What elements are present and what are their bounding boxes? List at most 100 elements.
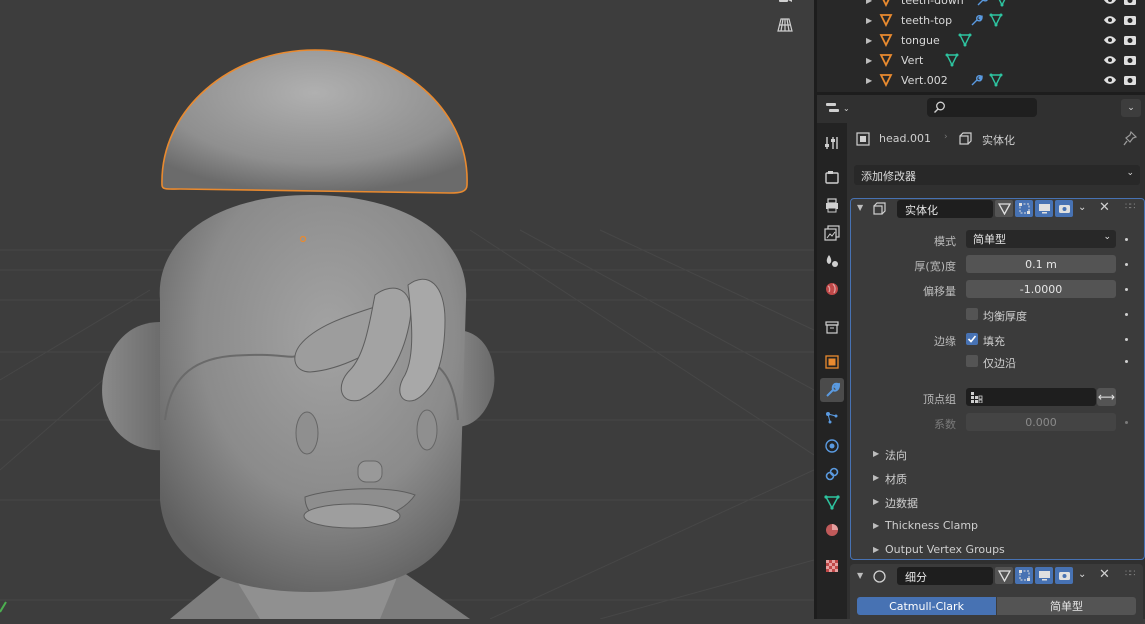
subpanel-edge-data[interactable]: 边数据 (885, 495, 918, 511)
tab-texture[interactable] (820, 554, 844, 578)
drag-handle-icon[interactable]: ∷∷ (1125, 202, 1136, 212)
tab-object[interactable] (820, 350, 844, 374)
keyframe-dot[interactable] (1125, 338, 1128, 341)
cage-toggle[interactable] (1015, 200, 1033, 217)
collapse-arrow-icon[interactable]: ▼ (857, 203, 863, 212)
expand-arrow-icon[interactable]: ▶ (873, 449, 879, 458)
thickness-field[interactable]: 0.1 m (966, 255, 1116, 273)
expand-arrow-icon[interactable]: ▶ (873, 497, 879, 506)
visibility-eye-icon[interactable] (1103, 33, 1117, 47)
expand-arrow-icon[interactable]: ▶ (866, 76, 872, 85)
tab-mesh-data[interactable] (820, 490, 844, 514)
keyframe-dot[interactable] (1125, 313, 1128, 316)
viewport-display-toggle[interactable] (1035, 567, 1053, 584)
expand-arrow-icon[interactable]: ▶ (873, 545, 879, 554)
cage-toggle[interactable] (1015, 567, 1033, 584)
outliner-row[interactable]: ▶ teeth-down (817, 0, 1145, 10)
modifier-name-field[interactable]: 实体化 (897, 200, 993, 218)
modifier-wrench-icon[interactable] (969, 13, 983, 27)
expand-arrow-icon[interactable]: ▶ (866, 36, 872, 45)
keyframe-dot[interactable] (1125, 421, 1128, 424)
close-icon[interactable]: ✕ (1099, 567, 1110, 582)
editor-type-dropdown[interactable]: ⌄ (825, 99, 855, 117)
collapse-arrow-icon[interactable]: ▼ (857, 571, 863, 580)
tab-material[interactable] (820, 518, 844, 542)
outliner-row-name[interactable]: tongue (901, 34, 940, 47)
outliner-row-name[interactable]: teeth-down (901, 0, 964, 7)
offset-field[interactable]: -1.0000 (966, 280, 1116, 298)
camera-view-icon[interactable] (777, 0, 807, 18)
edit-mode-toggle[interactable] (995, 200, 1013, 217)
edit-mode-toggle[interactable] (995, 567, 1013, 584)
subpanel-output-vertex-groups[interactable]: Output Vertex Groups (885, 543, 1005, 556)
visibility-eye-icon[interactable] (1103, 13, 1117, 27)
subpanel-materials[interactable]: 材质 (885, 471, 907, 487)
subpanel-normals[interactable]: 法向 (885, 447, 907, 463)
mesh-object-icon (879, 54, 893, 67)
tab-physics[interactable] (820, 434, 844, 458)
fill-rim-checkbox[interactable] (966, 333, 978, 345)
tab-tool[interactable] (820, 131, 844, 155)
expand-arrow-icon[interactable]: ▶ (866, 16, 872, 25)
render-camera-icon[interactable] (1123, 13, 1137, 27)
add-modifier-dropdown[interactable]: 添加修改器 ⌄ (854, 165, 1140, 185)
perspective-grid-icon[interactable] (777, 17, 807, 43)
chevron-down-icon: ⌄ (1127, 103, 1135, 113)
mesh-data-icon[interactable] (989, 73, 1003, 87)
keyframe-dot[interactable] (1125, 238, 1128, 241)
mesh-data-icon[interactable] (945, 53, 959, 67)
render-toggle[interactable] (1055, 567, 1073, 584)
outliner-row[interactable]: ▶ Vert.002 (817, 70, 1145, 90)
simple-option[interactable]: 简单型 (997, 597, 1136, 615)
rim-only-checkbox[interactable] (966, 355, 978, 367)
tab-constraints[interactable] (820, 462, 844, 486)
tab-output[interactable] (820, 193, 844, 217)
keyframe-dot[interactable] (1125, 263, 1128, 266)
keyframe-dot[interactable] (1125, 360, 1128, 363)
mesh-data-icon[interactable] (958, 33, 972, 47)
render-toggle[interactable] (1055, 200, 1073, 217)
expand-arrow-icon[interactable]: ▶ (866, 0, 872, 5)
vertex-group-field[interactable] (966, 388, 1096, 406)
render-camera-icon[interactable] (1123, 73, 1137, 87)
mesh-data-icon[interactable] (989, 13, 1003, 27)
mode-dropdown[interactable]: 简单型 ⌄ (966, 230, 1116, 248)
render-camera-icon[interactable] (1123, 0, 1137, 7)
render-camera-icon[interactable] (1123, 33, 1137, 47)
modifier-name-field[interactable]: 细分 (897, 567, 993, 585)
drag-handle-icon[interactable]: ∷∷ (1125, 569, 1136, 579)
keyframe-dot[interactable] (1125, 288, 1128, 291)
modifier-wrench-icon[interactable] (975, 0, 989, 7)
mesh-data-icon[interactable] (995, 0, 1009, 7)
invert-vertex-group-toggle[interactable]: ⟷ (1097, 388, 1116, 406)
viewport-display-toggle[interactable] (1035, 200, 1053, 217)
options-dropdown[interactable]: ⌄ (1121, 99, 1141, 117)
close-icon[interactable]: ✕ (1099, 200, 1110, 215)
render-camera-icon[interactable] (1123, 53, 1137, 67)
visibility-eye-icon[interactable] (1103, 53, 1117, 67)
cage-icon (1018, 203, 1030, 214)
outliner-row[interactable]: ▶ Vert (817, 50, 1145, 70)
outliner[interactable]: ▶ teeth-down ▶ teeth-top ▶ tongue ▶ Vert… (817, 0, 1145, 92)
factor-field[interactable]: 0.000 (966, 413, 1116, 431)
search-field[interactable] (927, 98, 1037, 117)
expand-arrow-icon[interactable]: ▶ (873, 473, 879, 482)
visibility-eye-icon[interactable] (1103, 0, 1117, 7)
pin-icon[interactable] (1123, 131, 1137, 146)
subpanel-thickness-clamp[interactable]: Thickness Clamp (885, 519, 978, 532)
chevron-down-icon[interactable]: ⌄ (1078, 202, 1086, 213)
expand-arrow-icon[interactable]: ▶ (866, 56, 872, 65)
chevron-down-icon[interactable]: ⌄ (1078, 569, 1086, 580)
visibility-eye-icon[interactable] (1103, 73, 1117, 87)
modifier-wrench-icon[interactable] (969, 73, 983, 87)
outliner-row[interactable]: ▶ teeth-top (817, 10, 1145, 30)
outliner-row-name[interactable]: Vert (901, 54, 923, 67)
outliner-row-name[interactable]: teeth-top (901, 14, 952, 27)
expand-arrow-icon[interactable]: ▶ (873, 521, 879, 530)
outliner-row[interactable]: ▶ tongue (817, 30, 1145, 50)
even-thickness-checkbox[interactable] (966, 308, 978, 320)
catmull-clark-option[interactable]: Catmull-Clark (857, 597, 996, 615)
3d-viewport[interactable] (0, 0, 814, 619)
tab-render[interactable] (820, 165, 844, 189)
outliner-row-name[interactable]: Vert.002 (901, 74, 948, 87)
